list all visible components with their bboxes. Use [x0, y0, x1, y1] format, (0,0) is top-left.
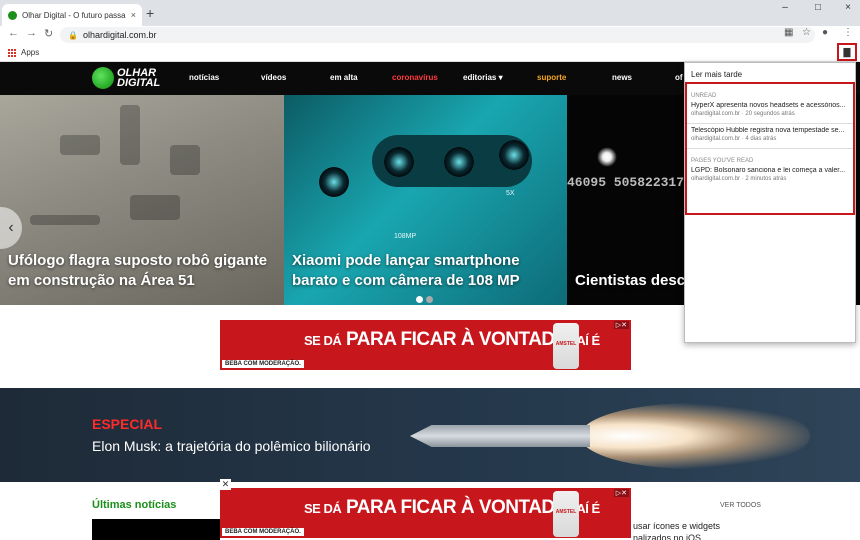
menu-dots-icon[interactable]: ⋮ [843, 27, 853, 38]
popup-list: UNREAD HyperX apresenta novos headsets e… [685, 82, 855, 215]
bookmark-star-icon[interactable]: ☆ [802, 27, 811, 38]
reload-icon[interactable]: ↻ [44, 27, 53, 40]
new-tab-button[interactable]: + [146, 5, 154, 21]
nav-videos[interactable]: vídeos [261, 73, 286, 82]
adchoices-icon[interactable]: ▷✕ [613, 321, 629, 329]
plate-number: 46095 5058223172 [567, 175, 692, 190]
item-meta: olhardigital.com.br · 20 segundos atrás [691, 111, 795, 117]
back-icon[interactable]: ← [8, 27, 19, 39]
read-later-popup: Ler mais tarde UNREAD HyperX apresenta n… [684, 62, 856, 343]
site-logo[interactable]: OLHAR DIGITAL [92, 67, 160, 89]
list-item[interactable]: LGPD: Bolsonaro sanciona e lei começa a … [687, 164, 853, 189]
nav-noticias[interactable]: notícias [189, 73, 219, 82]
hero-caption: Xiaomi pode lançar smartphone barato e c… [292, 252, 520, 289]
latest-news-thumbnail[interactable] [92, 519, 220, 540]
hero-slide-area51[interactable]: Ufólogo flagra suposto robô gigante em c… [0, 95, 284, 305]
special-banner[interactable]: ESPECIAL Elon Musk: a trajetória do polê… [0, 388, 860, 482]
tab-strip: Olhar Digital - O futuro passa pr × + – … [0, 0, 860, 26]
item-meta: olhardigital.com.br · 4 dias atrás [691, 136, 777, 142]
camera-lens-icon [444, 147, 474, 177]
list-item[interactable]: Telescópio Hubble registra nova tempesta… [687, 124, 853, 149]
minimize-button[interactable]: – [770, 2, 800, 13]
latest-news-heading: Últimas notícias [92, 499, 177, 511]
read-later-extension-button[interactable]: ▇ [837, 43, 857, 61]
lock-icon: 🔒 [68, 30, 78, 40]
apps-grid-icon[interactable] [8, 48, 16, 57]
nav-em-alta[interactable]: em alta [330, 73, 358, 82]
adchoices-icon[interactable]: ▷✕ [613, 489, 629, 497]
carousel-dot[interactable] [426, 296, 433, 303]
profile-avatar-icon[interactable]: ● [822, 27, 828, 38]
logo-ball-icon [92, 67, 114, 89]
tab-title: Olhar Digital - O futuro passa pr [22, 10, 127, 20]
browser-tab[interactable]: Olhar Digital - O futuro passa pr × [2, 4, 142, 26]
list-item[interactable]: HyperX apresenta novos headsets e acessó… [687, 99, 853, 124]
camera-lens-icon [319, 167, 349, 197]
bookmark-apps[interactable]: Apps [21, 48, 39, 57]
amstel-ad-banner-sticky[interactable]: SE DÁ PARA FICAR À VONTADE, AÍ É BEBA CO… [220, 488, 631, 538]
nav-suporte[interactable]: suporte [537, 73, 566, 82]
ad-close-icon[interactable]: ✕ [220, 479, 231, 490]
latest-news-teaser[interactable]: usar ícones e widgets nalizados no iOS [633, 520, 720, 540]
popup-title: Ler mais tarde [691, 70, 743, 79]
beer-can-icon: AMSTEL [553, 491, 579, 537]
bookmarks-bar: Apps [0, 44, 860, 62]
ad-disclaimer: BEBA COM MODERAÇÃO. [222, 528, 304, 536]
logo-text-line2: DIGITAL [117, 77, 161, 89]
hero-slide-xiaomi[interactable]: 108MP 5X Xiaomi pode lançar smartphone b… [284, 95, 567, 305]
nav-coronavirus[interactable]: coronavírus [392, 73, 438, 82]
ad-brand: AMSTEL [555, 509, 577, 515]
nav-news[interactable]: news [612, 73, 632, 82]
amstel-ad-banner[interactable]: SE DÁ PARA FICAR À VONTADE, AÍ É BEBA CO… [220, 320, 631, 370]
folder-icon: ▇ [843, 46, 851, 57]
rocket-exhaust-icon [580, 403, 810, 469]
camera-lens-icon [384, 147, 414, 177]
special-title: Elon Musk: a trajetória do polêmico bili… [92, 438, 371, 454]
special-label: ESPECIAL [92, 416, 163, 432]
star-icon [597, 147, 617, 167]
forward-icon[interactable]: → [26, 27, 37, 39]
url-text: olhardigital.com.br [82, 30, 157, 40]
qr-code-icon[interactable]: ▦ [784, 27, 793, 38]
hero-caption: Ufólogo flagra suposto robô gigante em c… [8, 252, 268, 289]
item-title: Telescópio Hubble registra nova tempesta… [691, 127, 845, 134]
item-title: LGPD: Bolsonaro sanciona e lei começa a … [691, 167, 846, 174]
beer-can-icon: AMSTEL [553, 323, 579, 369]
nav-more[interactable]: of [675, 73, 683, 82]
close-window-button[interactable]: × [833, 2, 860, 13]
ad-disclaimer: BEBA COM MODERAÇÃO. [222, 360, 304, 368]
maximize-button[interactable]: □ [803, 2, 833, 13]
camera-label: 108MP [394, 233, 417, 240]
see-all-link[interactable]: VER TODOS [720, 502, 761, 509]
camera-lens-icon [499, 140, 529, 170]
carousel-dot-active[interactable] [416, 296, 423, 303]
nav-editorias[interactable]: editorias ▾ [463, 73, 503, 82]
rocket-icon [410, 425, 590, 447]
address-bar[interactable]: 🔒 olhardigital.com.br [60, 27, 815, 43]
item-title: HyperX apresenta novos headsets e acessó… [691, 102, 846, 109]
zoom-label: 5X [506, 190, 515, 197]
browser-toolbar: ← → ↻ 🔒 olhardigital.com.br ▦ ☆ ● ⋮ [0, 26, 860, 44]
site-favicon-icon [8, 10, 17, 20]
ad-brand: AMSTEL [555, 341, 577, 347]
tab-close-icon[interactable]: × [131, 10, 136, 20]
item-meta: olhardigital.com.br · 2 minutos atrás [691, 176, 787, 182]
